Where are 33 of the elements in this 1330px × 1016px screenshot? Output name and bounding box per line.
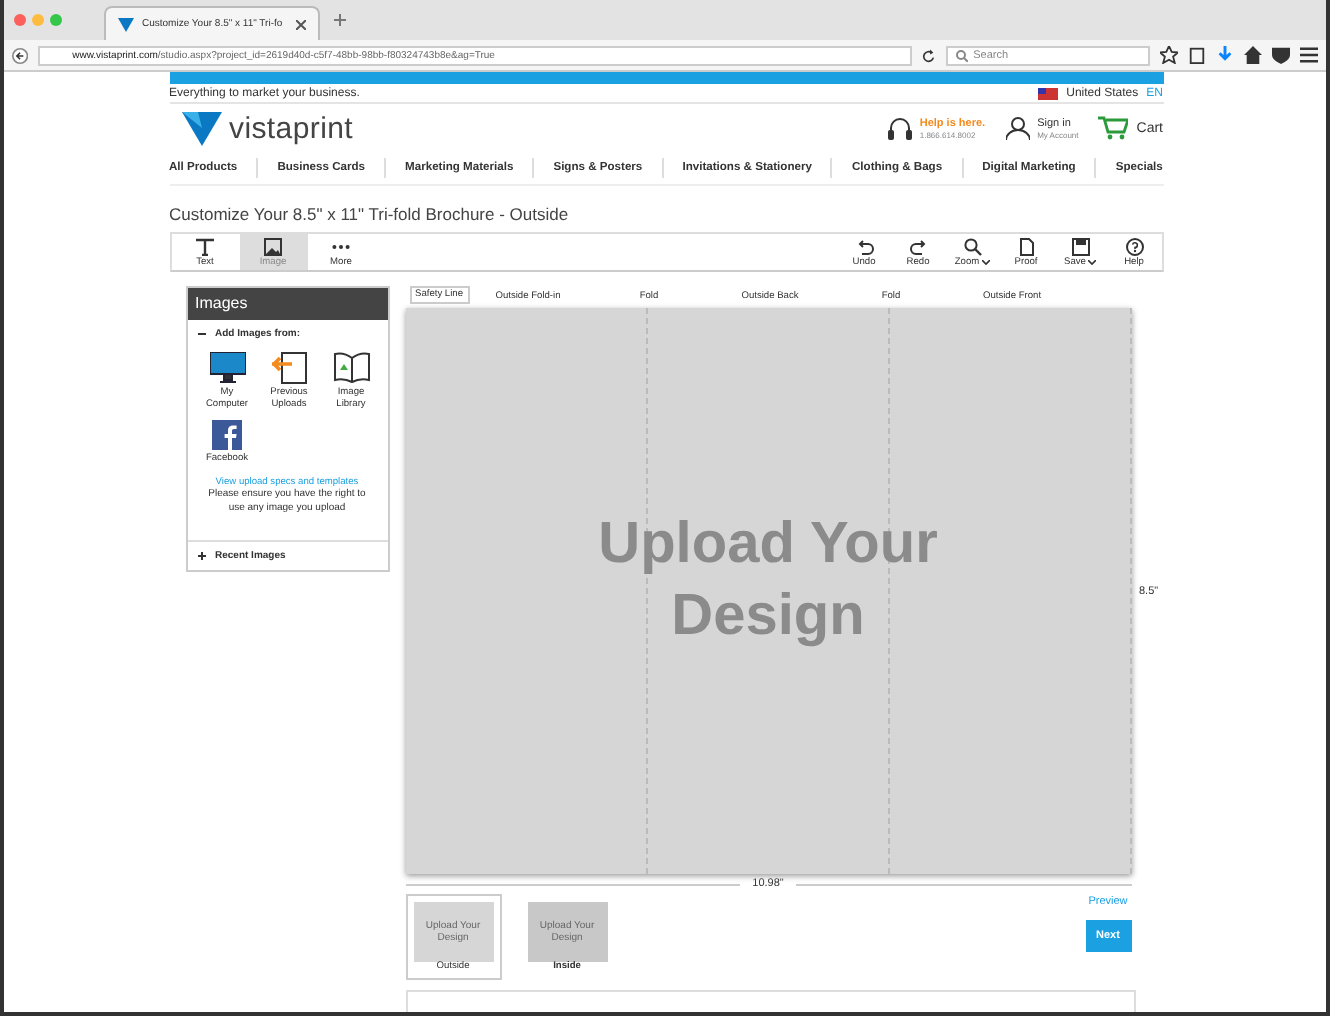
star-icon[interactable] (1160, 46, 1179, 64)
image-icon (264, 237, 282, 256)
reload-icon[interactable] (922, 47, 936, 63)
back-icon[interactable] (12, 45, 29, 65)
logo-icon (181, 111, 221, 146)
expand-icon[interactable] (197, 552, 205, 561)
shield-icon[interactable] (1272, 46, 1291, 64)
redo-icon (909, 237, 927, 256)
flag-icon (1038, 87, 1059, 100)
new-tab-icon[interactable] (334, 14, 347, 26)
user-icon (1005, 116, 1030, 141)
text-icon (196, 237, 214, 256)
upload-placeholder: Upload Your Design (596, 510, 940, 653)
save-icon (1071, 237, 1089, 256)
undo-icon (855, 237, 873, 256)
help-icon (1125, 237, 1143, 256)
home-icon[interactable] (1244, 46, 1263, 64)
cart-icon (1098, 116, 1129, 141)
logo-icon (118, 17, 134, 31)
book-icon (333, 352, 369, 385)
panel-title: Images (187, 288, 387, 321)
upload-document-icon (271, 352, 307, 385)
facebook-icon (212, 419, 242, 450)
search-icon (963, 237, 981, 256)
document-icon (1017, 237, 1035, 256)
logo-text[interactable]: vistaprint (229, 111, 354, 146)
monitor-icon (209, 352, 245, 385)
search-icon (955, 49, 968, 61)
menu-icon[interactable] (1300, 46, 1319, 64)
close-icon[interactable] (296, 19, 307, 29)
headset-icon (887, 115, 912, 142)
download-icon[interactable] (1216, 46, 1235, 64)
page-title: Customize Your 8.5" x 11" Tri-fold Brochure - Outside (169, 202, 571, 229)
